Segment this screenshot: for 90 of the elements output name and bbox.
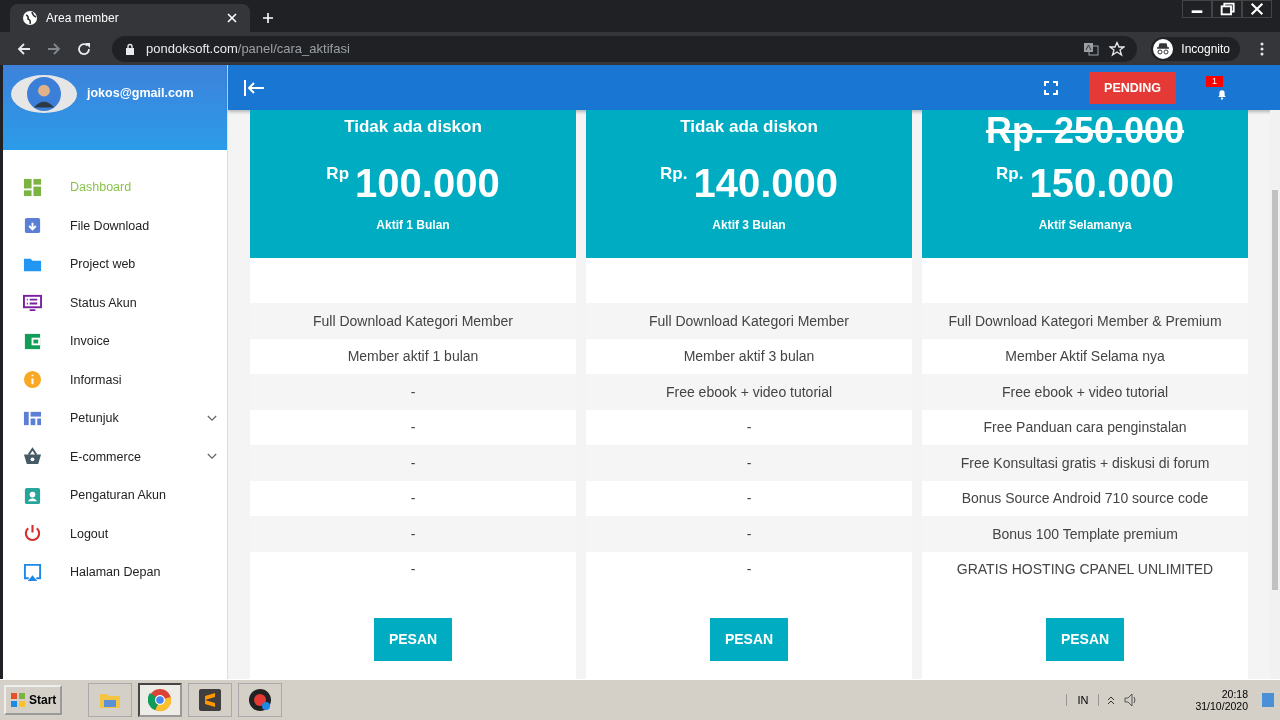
feature-row: Full Download Kategori Member [586, 303, 912, 339]
dashboard-icon [23, 177, 42, 197]
feature-row: - [250, 374, 576, 410]
user-email: jokos@gmail.com [87, 86, 194, 100]
chrome-icon [148, 688, 173, 712]
feature-row-text: Free Panduan cara penginstalan [982, 418, 1188, 438]
sidebar-item[interactable]: Informasi [3, 360, 227, 399]
feature-row: Full Download Kategori Member [250, 303, 576, 339]
old-price: Rp. 250.000 [985, 112, 1185, 150]
start-button[interactable]: Start [4, 685, 63, 715]
discount-note: Tidak ada diskon [344, 116, 482, 138]
incognito-icon [1153, 38, 1174, 59]
airplay-icon [23, 562, 42, 582]
browser-tab[interactable]: Area member [10, 4, 250, 32]
info-icon [23, 370, 42, 390]
close-icon[interactable] [1242, 0, 1272, 18]
tab-title: Area member [46, 11, 120, 25]
basket-icon [23, 447, 42, 467]
feature-row: - [250, 516, 576, 552]
windows-logo-icon [10, 692, 26, 708]
price-amount: 150.000 [1029, 162, 1174, 204]
sidebar-item[interactable]: Halaman Depan [3, 553, 227, 592]
feature-row: Free Konsultasi gratis + diskusi di forum [922, 445, 1248, 481]
new-tab-icon[interactable] [262, 12, 274, 24]
feature-row-text: Bonus Source Android 710 source code [960, 489, 1210, 509]
feature-row-text: Member Aktif Selama nya [1004, 347, 1166, 367]
notification-badge: 1 [1206, 75, 1223, 87]
sidebar-item[interactable]: Project web [3, 245, 227, 284]
language-indicator[interactable]: IN [1066, 694, 1100, 706]
star-icon[interactable] [1109, 40, 1126, 57]
chevron-down-icon [207, 414, 217, 422]
sidebar-item[interactable]: Invoice [3, 322, 227, 361]
price-amount: 100.000 [355, 162, 500, 204]
feature-row-text: - [409, 560, 417, 580]
address-bar[interactable]: pondoksoft.com/panel/cara_aktifasi [112, 35, 1138, 62]
recorder-icon [248, 688, 273, 712]
currency-label: Rp. [660, 164, 688, 184]
currency-label: Rp [326, 164, 350, 184]
globe-icon [22, 10, 38, 26]
taskbar-app[interactable] [138, 683, 183, 717]
feature-row: Bonus 100 Template premium [922, 516, 1248, 552]
feature-row-text: - [745, 489, 753, 509]
badge-icon [23, 485, 42, 505]
feature-row-text: - [409, 489, 417, 509]
sidebar-item[interactable]: Pengaturan Akun [3, 476, 227, 515]
plan-duration: Aktif 3 Bulan [712, 218, 786, 232]
feature-row-text: GRATIS HOSTING CPANEL UNLIMITED [955, 560, 1215, 580]
power-icon [23, 524, 42, 544]
download-icon [23, 216, 42, 236]
feature-row: Full Download Kategori Member & Premium [922, 303, 1248, 339]
pending-status-button[interactable]: PENDING [1089, 71, 1176, 104]
feature-row-text: - [745, 418, 753, 438]
translate-icon[interactable] [1083, 40, 1100, 57]
clock[interactable]: 20:18 31/10/2020 [1195, 688, 1248, 712]
feature-row: Free ebook + video tutorial [922, 374, 1248, 410]
feature-row-text: Member aktif 3 bulan [682, 347, 816, 367]
list-icon [23, 293, 42, 313]
feature-row: Free ebook + video tutorial [586, 374, 912, 410]
sidebar-item[interactable]: File Download [3, 206, 227, 245]
reload-icon[interactable] [76, 40, 92, 57]
sidebar-item[interactable]: Logout [3, 514, 227, 553]
feature-row: - [586, 516, 912, 552]
taskbar-app[interactable] [238, 683, 283, 717]
sidebar-item[interactable]: E-commerce [3, 437, 227, 476]
incognito-profile-button[interactable]: Incognito [1151, 36, 1240, 61]
feature-row-text: Member aktif 1 bulan [346, 347, 480, 367]
lock-icon [124, 42, 136, 55]
chevron-down-icon [207, 453, 217, 461]
feature-row-text: - [409, 418, 417, 438]
forward-arrow-icon[interactable] [46, 40, 62, 57]
sidebar-item[interactable]: Status Akun [3, 283, 227, 322]
back-arrow-icon[interactable] [16, 40, 32, 57]
feature-row-text: - [745, 560, 753, 580]
minimize-icon[interactable] [1182, 0, 1212, 18]
restore-icon[interactable] [1212, 0, 1242, 18]
plan-duration: Aktif 1 Bulan [376, 218, 450, 232]
url-text: pondoksoft.com/panel/cara_aktifasi [146, 41, 350, 56]
plan-duration: Aktif Selamanya [1038, 218, 1132, 232]
avatar-silhouette-icon [27, 77, 61, 111]
feature-row: - [586, 445, 912, 481]
price-amount: 140.000 [693, 162, 838, 204]
sidebar-item[interactable]: Petunjuk [3, 399, 227, 438]
currency-label: Rp. [996, 164, 1024, 184]
feature-row: - [250, 445, 576, 481]
fullscreen-icon[interactable] [1043, 79, 1060, 96]
sublime-icon [198, 688, 223, 712]
wallet-icon [23, 331, 42, 351]
bell-icon[interactable] [1216, 87, 1228, 100]
discount-note: Tidak ada diskon [680, 116, 818, 138]
taskbar-app[interactable] [188, 683, 233, 717]
